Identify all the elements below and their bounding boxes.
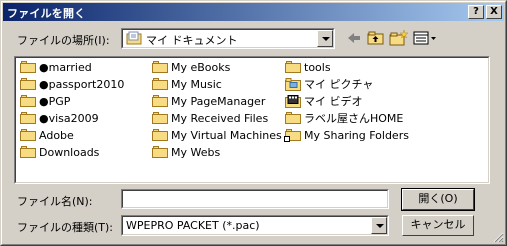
- filetype-label: ファイルの種類(T):: [17, 221, 114, 234]
- folder-icon: [20, 111, 36, 125]
- folder-icon: [152, 77, 168, 91]
- up-folder-icon[interactable]: [365, 28, 387, 48]
- window-title: ファイルを開く: [7, 7, 86, 20]
- file-list-item[interactable]: My eBooks: [152, 59, 230, 75]
- file-list-item[interactable]: Downloads: [20, 144, 99, 160]
- title-bar[interactable]: ファイルを開く ? X: [3, 3, 504, 21]
- help-button[interactable]: ?: [468, 5, 484, 19]
- file-list-item[interactable]: ●passport2010: [20, 76, 124, 92]
- location-dropdown[interactable]: マイ ドキュメント: [121, 28, 335, 49]
- folder-icon: [152, 111, 168, 125]
- file-list-item[interactable]: ●married: [20, 59, 92, 75]
- shared-folder-icon: [284, 128, 301, 142]
- file-name: My Virtual Machines: [171, 128, 282, 142]
- file-name: ●visa2009: [39, 111, 99, 125]
- file-name: My Music: [171, 77, 222, 91]
- file-name: My PageManager: [171, 94, 266, 108]
- file-name: ●PGP: [39, 94, 71, 108]
- folder-icon: [20, 128, 36, 142]
- view-menu-icon[interactable]: [411, 28, 439, 48]
- filetype-dropdown-arrow[interactable]: [371, 217, 387, 234]
- file-name: Downloads: [39, 145, 100, 159]
- file-list-item[interactable]: tools: [285, 59, 331, 75]
- file-list-item[interactable]: My PageManager: [152, 93, 265, 109]
- file-name: ●married: [39, 60, 92, 74]
- folder-icon: [20, 77, 36, 91]
- folder-icon: [152, 60, 168, 74]
- open-file-dialog: ファイルを開く ? X ファイルの場所(I): マイ ドキュメント ●marri…: [0, 0, 507, 246]
- folder-icon: [20, 145, 36, 159]
- filename-input[interactable]: [121, 189, 389, 209]
- file-name: マイ ビデオ: [304, 95, 363, 108]
- folder-icon: [152, 128, 168, 142]
- file-list-item[interactable]: ●PGP: [20, 93, 70, 109]
- open-button[interactable]: 開く(O): [401, 188, 475, 211]
- my-documents-icon: [126, 31, 142, 45]
- back-arrow-icon[interactable]: [343, 28, 365, 48]
- file-list-item[interactable]: マイ ピクチャ: [285, 76, 373, 92]
- file-name: Adobe: [39, 128, 74, 142]
- file-name: My Received Files: [171, 111, 269, 125]
- filename-label: ファイル名(N):: [17, 195, 93, 208]
- file-name: マイ ピクチャ: [304, 78, 374, 91]
- folder-icon: [152, 145, 168, 159]
- file-name: My eBooks: [171, 60, 231, 74]
- file-name: ラベル屋さんHOME: [304, 112, 404, 125]
- file-name: tools: [304, 60, 331, 74]
- folder-icon: [285, 111, 301, 125]
- filetype-dropdown[interactable]: WPEPRO PACKET (*.pac): [121, 215, 389, 236]
- file-list-item[interactable]: My Received Files: [152, 110, 268, 126]
- new-folder-icon[interactable]: [387, 28, 409, 48]
- file-name: ●passport2010: [39, 77, 125, 91]
- file-list-item[interactable]: My Music: [152, 76, 222, 92]
- file-name: My Sharing Folders: [304, 128, 409, 142]
- file-list-item[interactable]: My Sharing Folders: [284, 127, 409, 143]
- location-value: マイ ドキュメント: [146, 34, 238, 47]
- folder-icon: [152, 94, 168, 108]
- location-label: ファイルの場所(I):: [17, 34, 110, 47]
- resize-grip-icon[interactable]: [492, 231, 504, 243]
- file-list-item[interactable]: Adobe: [20, 127, 74, 143]
- pictures-folder-icon: [285, 77, 301, 91]
- location-dropdown-arrow[interactable]: [317, 30, 333, 47]
- folder-icon: [20, 94, 36, 108]
- folder-icon: [285, 60, 301, 74]
- file-list-item[interactable]: My Virtual Machines: [152, 127, 282, 143]
- file-list-item[interactable]: マイ ビデオ: [285, 93, 363, 109]
- close-button[interactable]: X: [486, 5, 502, 19]
- file-name: My Webs: [171, 145, 221, 159]
- file-list-item[interactable]: ●visa2009: [20, 110, 99, 126]
- file-list-item[interactable]: ラベル屋さんHOME: [285, 110, 403, 126]
- file-list-item[interactable]: My Webs: [152, 144, 220, 160]
- cancel-button[interactable]: キャンセル: [402, 215, 474, 236]
- video-folder-icon: [285, 94, 301, 108]
- folder-icon: [20, 60, 36, 74]
- filetype-value: WPEPRO PACKET (*.pac): [126, 219, 260, 232]
